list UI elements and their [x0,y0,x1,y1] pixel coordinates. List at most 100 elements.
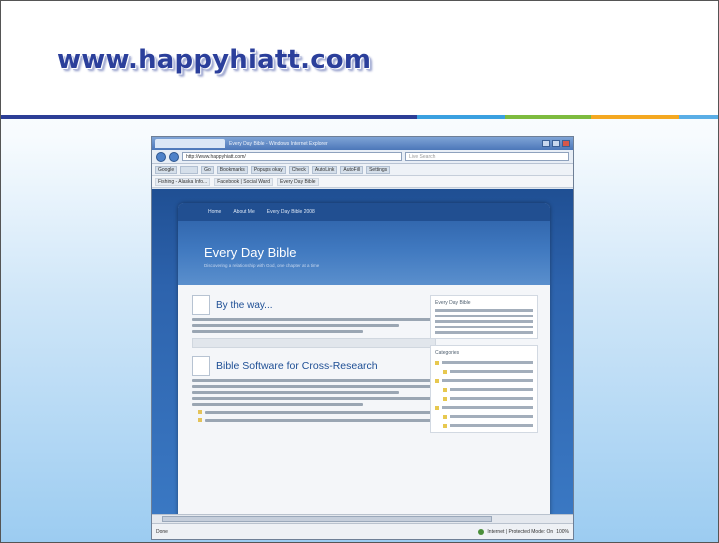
favorite-item: Fishing - Alaska Info... [155,177,211,186]
folder-icon [435,405,439,410]
status-zone: Internet | Protected Mode: On 100% [478,528,569,535]
horizontal-scrollbar [152,514,573,523]
favorites-bar: Fishing - Alaska Info... Facebook | Soci… [152,176,573,188]
category-item [435,369,533,374]
url-field: http://www.happyhiatt.com/ [182,152,402,161]
post: Bible Software for Cross-Research [192,356,436,422]
text-line [192,397,436,400]
category-item [435,414,533,419]
sidebar-categories-box: Categories [430,344,538,433]
category-item [435,405,533,410]
slide: www.happyhiatt.com Every Day Bible - Win… [0,0,719,543]
security-zone-label: Internet | Protected Mode: On [487,528,554,535]
folder-icon [435,378,439,383]
text-line [435,314,533,317]
post-header: By the way... [192,295,436,315]
text-line [192,379,436,382]
blog-nav: Home About Me Every Day Bible 2008 [178,203,550,221]
text-line [450,388,533,391]
text-line [192,403,363,406]
folder-icon [443,396,447,401]
back-icon [156,151,166,162]
post-title: By the way... [216,299,273,311]
browser-screenshot: Every Day Bible - Windows Internet Explo… [151,136,574,540]
maximize-icon [552,140,560,147]
post-header: Bible Software for Cross-Research [192,356,436,376]
text-line [450,397,533,400]
text-line [450,415,533,418]
close-icon [562,140,570,147]
status-text: Done [156,528,168,535]
post-title: Bible Software for Cross-Research [216,360,378,372]
text-line [192,391,400,394]
folder-icon [443,423,447,428]
address-bar-row: http://www.happyhiatt.com/ Live Search [152,150,573,164]
category-item [435,396,533,401]
calendar-icon [192,356,210,376]
blog-sidebar: Every Day Bible Categories [430,295,538,439]
text-line [450,424,533,427]
text-line [435,320,533,323]
post: By the way... [192,295,436,348]
globe-icon [478,528,485,535]
toolbar-button: Check [288,165,309,174]
text-line [192,330,363,333]
text-line [435,309,533,312]
text-line [442,361,533,364]
zoom-level: 100% [556,528,569,535]
nav-item: Every Day Bible 2008 [266,209,315,215]
toolbar-button: Go [201,165,214,174]
text-line [442,379,533,382]
browser-window-title: Every Day Bible - Windows Internet Explo… [229,140,328,147]
google-toolbar: Google Go Bookmarks Popups okay Check Au… [152,164,573,176]
calendar-icon [192,295,210,315]
bullet-icon [198,418,202,422]
text-line [442,406,533,409]
text-line [435,325,533,328]
sidebar-title: Every Day Bible [435,300,471,306]
folder-icon [443,369,447,374]
blog-page: Home About Me Every Day Bible 2008 Every… [178,203,550,514]
toolbar-button: Settings [366,165,391,174]
text-line [205,418,436,422]
list-item [198,410,436,414]
text-line [450,370,533,373]
text-line [192,318,436,321]
category-item [435,387,533,392]
minimize-icon [542,140,550,147]
text-line [192,324,400,327]
accent-bar-blue-end [679,115,718,119]
favorite-item: Facebook | Social Ward [214,177,274,186]
folder-icon [443,387,447,392]
toolbar-button: AutoFill [340,165,364,174]
category-item [435,423,533,428]
accent-bar-light-blue [417,115,505,119]
text-line [435,331,533,334]
folder-icon [443,414,447,419]
folder-icon [435,360,439,365]
accent-bar-green [505,115,591,119]
browser-statusbar: Done Internet | Protected Mode: On 100% [152,523,573,539]
blog-header: Home About Me Every Day Bible 2008 Every… [178,203,550,285]
nav-item: About Me [233,209,255,215]
scrollbar-thumb [162,516,492,522]
text-line [205,410,436,414]
browser-tab [155,139,225,148]
browser-titlebar: Every Day Bible - Windows Internet Explo… [152,137,573,150]
category-item [435,378,533,383]
accent-bar-orange [591,115,679,119]
search-field: Live Search [405,152,569,161]
toolbar-search-box [180,165,199,174]
toolbar-button: Bookmarks [216,165,248,174]
category-item [435,360,533,365]
blog-tagline: Discovering a relationship with God, one… [204,263,320,268]
text-line [192,385,436,388]
toolbar-button: AutoLink [311,165,338,174]
slide-title: www.happyhiatt.com [57,45,372,75]
nav-item: Home [208,209,222,215]
browser-viewport: Home About Me Every Day Bible 2008 Every… [152,189,573,514]
window-controls [542,140,570,147]
sidebar-title: Categories [435,349,460,356]
forward-icon [169,151,179,162]
accent-bar-dark-blue [1,115,417,119]
